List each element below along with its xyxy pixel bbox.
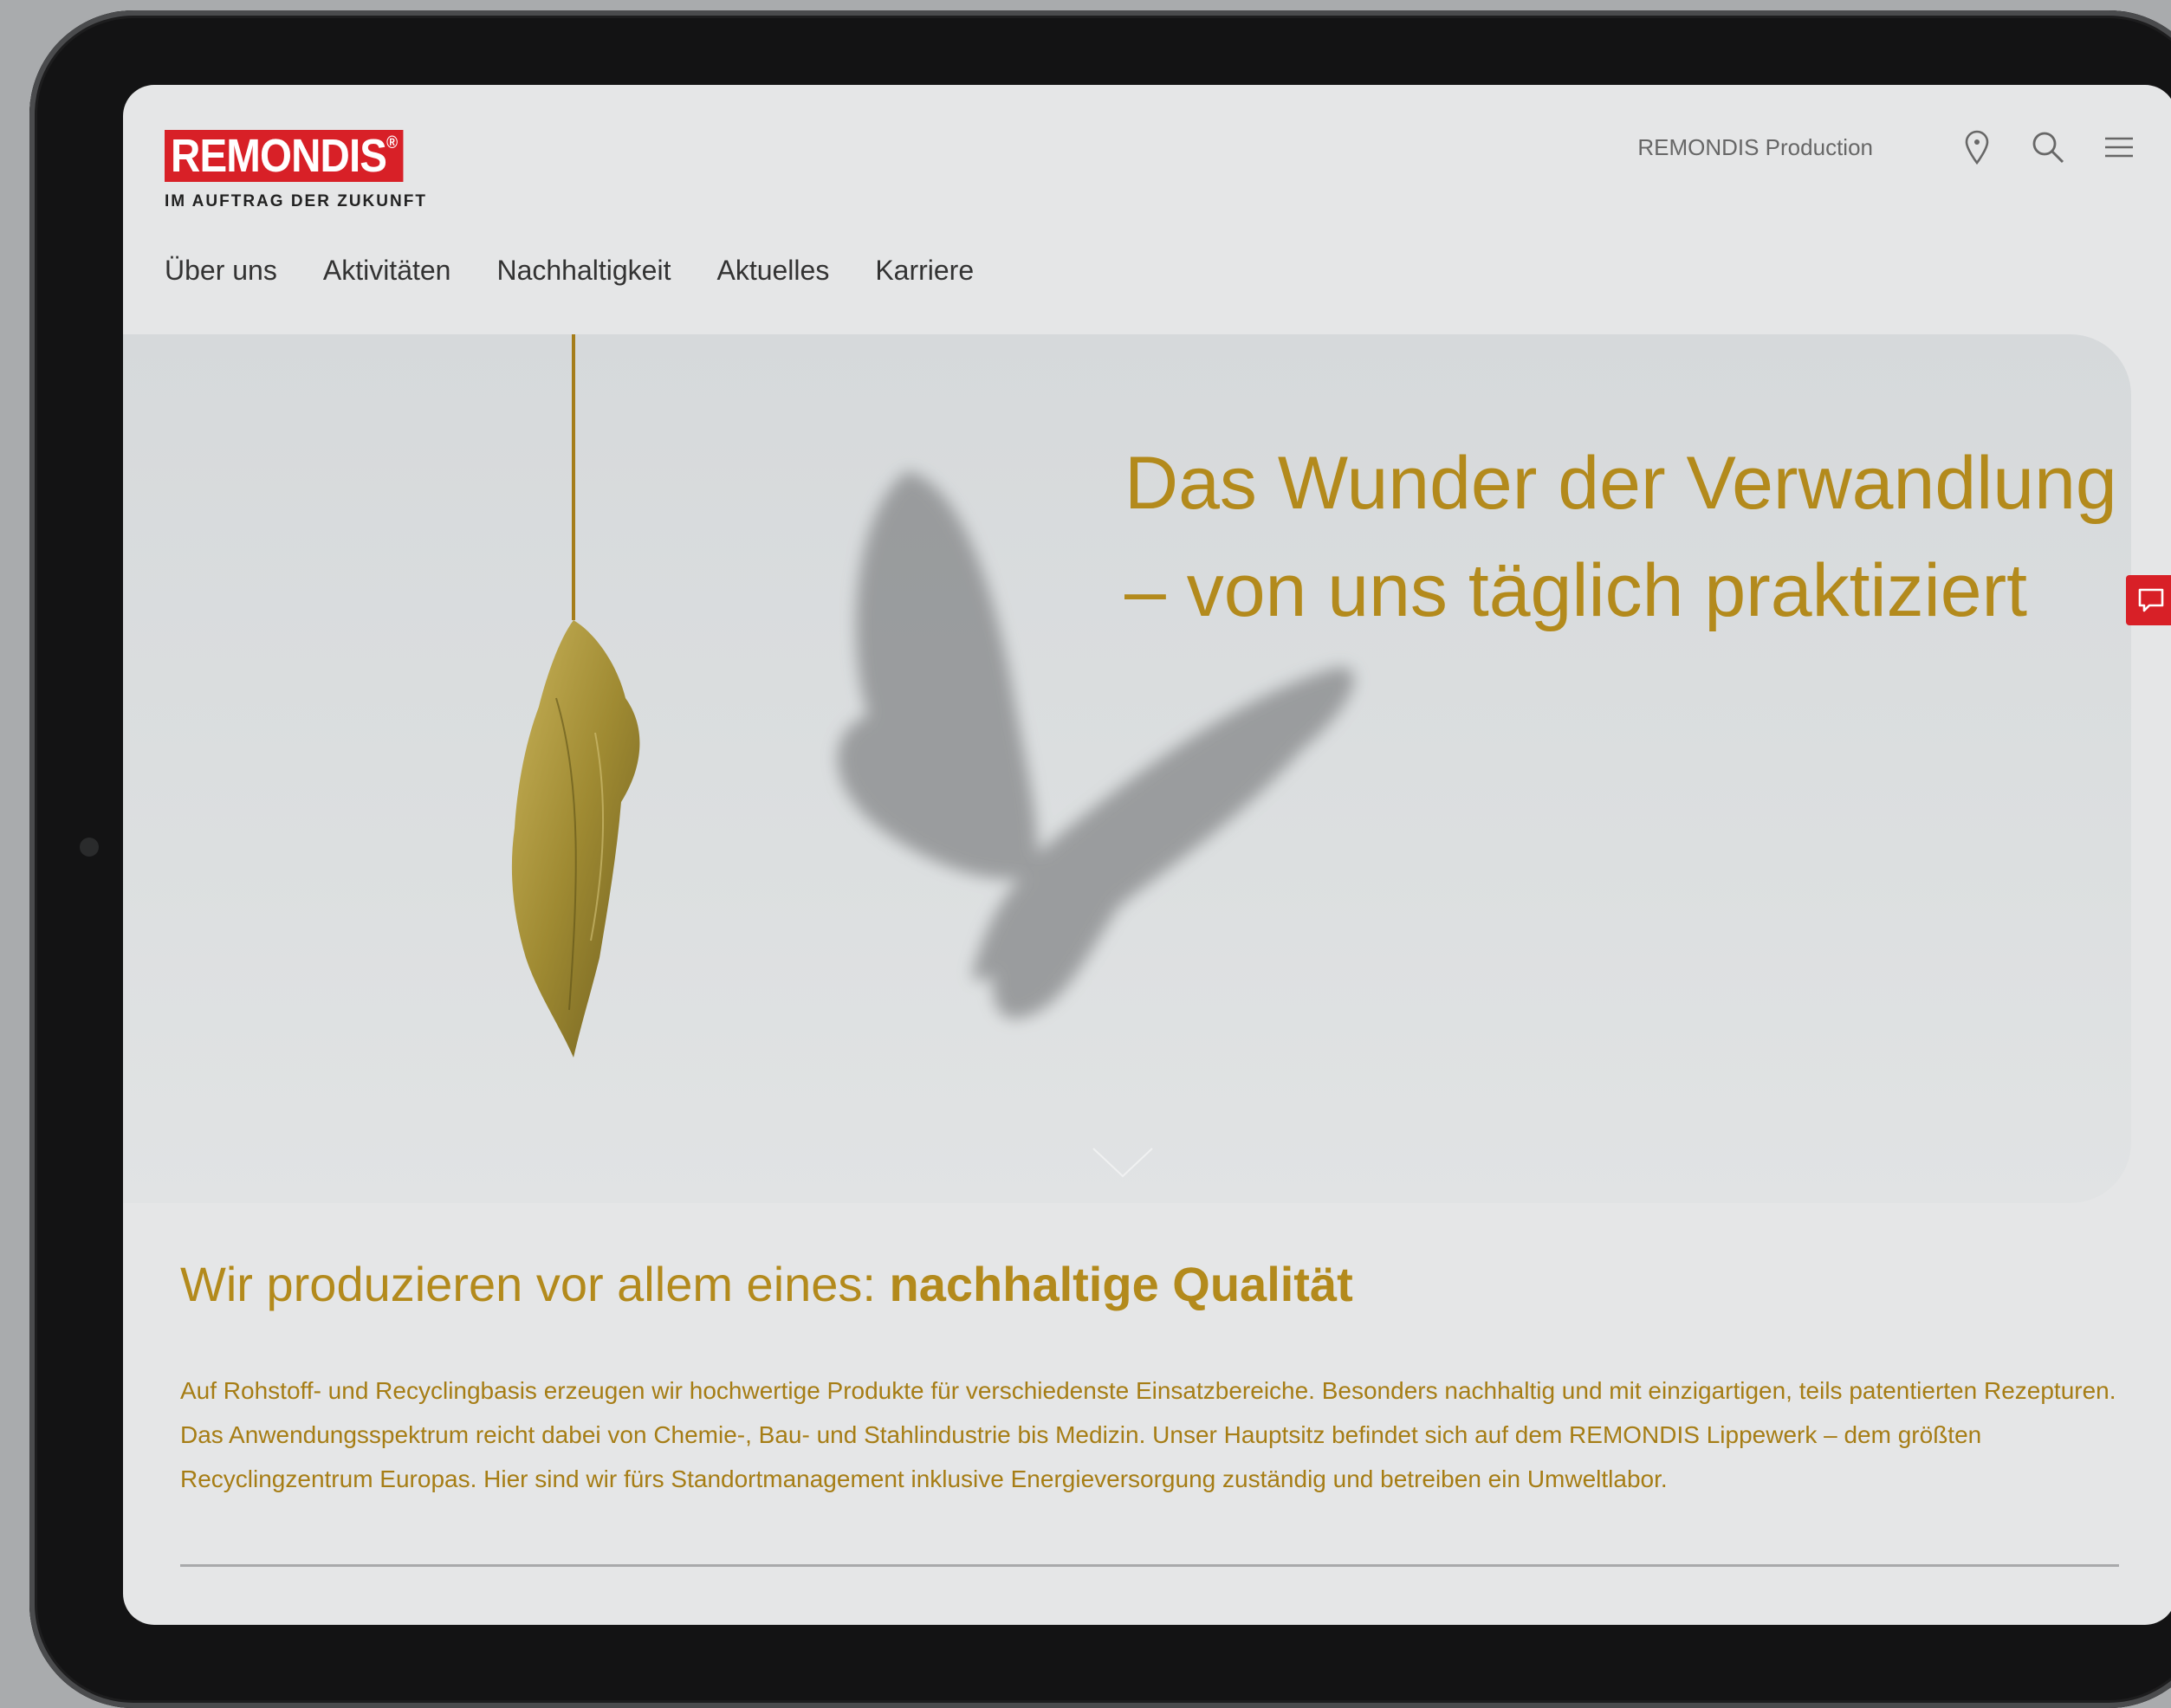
logo-name: REMONDIS <box>171 130 387 182</box>
intro-body-text: Auf Rohstoff- und Recyclingbasis erzeuge… <box>180 1377 2116 1492</box>
intro-heading-regular: Wir produzieren vor allem eines: <box>180 1257 890 1311</box>
nav-item-aktivitaeten[interactable]: Aktivitäten <box>323 255 451 287</box>
logo-tagline: IM AUFTRAG DER ZUKUNFT <box>165 192 427 210</box>
section-divider <box>180 1564 2119 1567</box>
main-nav: Über uns Aktivitäten Nachhaltigkeit Aktu… <box>165 255 1020 287</box>
search-icon[interactable] <box>2031 128 2065 166</box>
website-screen: REMONDIS® IM AUFTRAG DER ZUKUNFT REMONDI… <box>123 85 2171 1625</box>
remondis-production-link[interactable]: REMONDIS Production <box>1637 134 1873 161</box>
intro-heading: Wir produzieren vor allem eines: nachhal… <box>180 1256 1353 1312</box>
location-pin-icon[interactable] <box>1960 128 1994 166</box>
chat-icon <box>2138 588 2164 612</box>
tablet-frame: REMONDIS® IM AUFTRAG DER ZUKUNFT REMONDI… <box>29 10 2171 1708</box>
menu-icon[interactable] <box>2102 128 2136 166</box>
intro-heading-bold: nachhaltige Qualität <box>889 1257 1353 1311</box>
camera-icon <box>80 838 99 857</box>
registered-mark: ® <box>386 133 398 152</box>
hero-banner: Das Wunder der Verwandlung – von uns täg… <box>123 334 2131 1203</box>
hero-headline-line1: Das Wunder der Verwandlung <box>1124 442 2117 525</box>
nav-item-nachhaltigkeit[interactable]: Nachhaltigkeit <box>496 255 671 287</box>
nav-item-ueber-uns[interactable]: Über uns <box>165 255 277 287</box>
nav-item-aktuelles[interactable]: Aktuelles <box>716 255 829 287</box>
nav-item-karriere[interactable]: Karriere <box>875 255 974 287</box>
remondis-logo[interactable]: REMONDIS® IM AUFTRAG DER ZUKUNFT <box>165 130 436 211</box>
hero-headline-line2: – von uns täglich praktiziert <box>1124 549 2028 632</box>
logo-wordmark: REMONDIS® <box>165 130 404 182</box>
hero-headline: Das Wunder der Verwandlung – von uns täg… <box>1124 430 2117 644</box>
utility-nav: REMONDIS Production <box>1637 128 2136 166</box>
chevron-down-icon <box>1092 1148 1153 1178</box>
chat-button[interactable] <box>2126 575 2171 625</box>
